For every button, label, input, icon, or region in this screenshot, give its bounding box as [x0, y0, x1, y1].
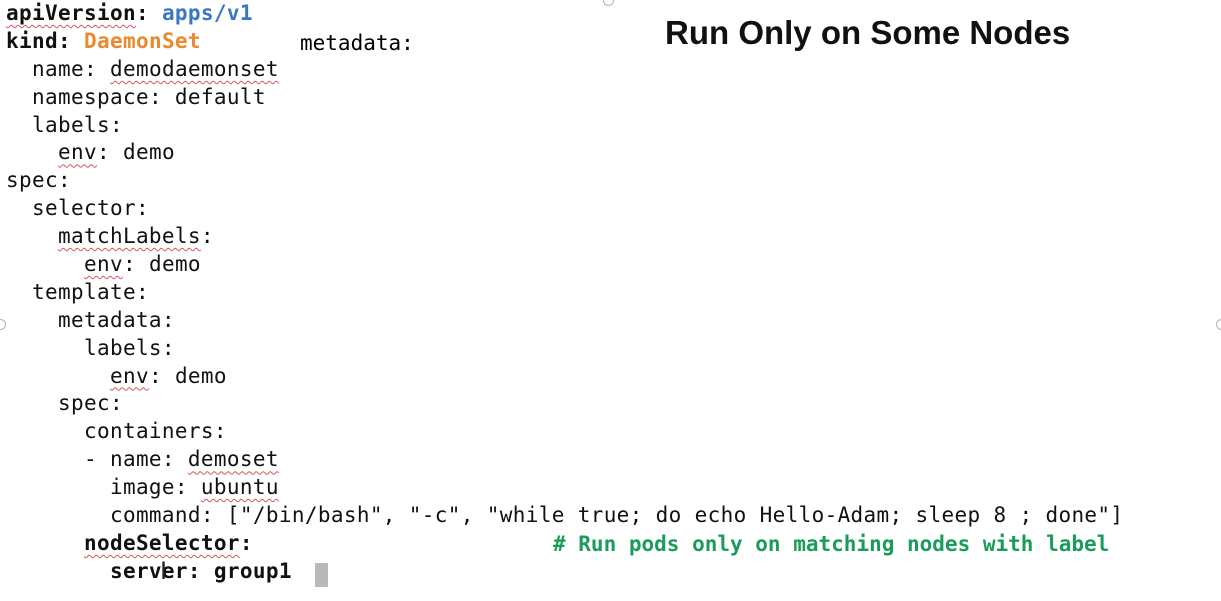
- labels-text: labels:: [32, 112, 123, 137]
- code-line-apiversion: apiVersion: apps/v1: [6, 1, 253, 25]
- spec-inner-text: spec:: [57, 391, 123, 416]
- yaml-comment: # Run pods only on matching nodes with l…: [553, 532, 1110, 556]
- right-resize-handle[interactable]: [1216, 319, 1221, 330]
- key-name: name: [32, 56, 84, 81]
- text-cursor-ibeam-icon: I: [160, 557, 168, 585]
- code-line-name: name: demodaemonset: [32, 56, 279, 81]
- value-env: demo: [122, 140, 175, 165]
- key-kind: kind: [6, 28, 58, 53]
- code-line-env-1: env: demo: [57, 140, 175, 165]
- code-line-image: image: ubuntu: [6, 474, 1123, 502]
- key-env: env: [57, 140, 97, 165]
- value-server: group1: [213, 558, 292, 583]
- spec-text: spec:: [6, 168, 71, 193]
- selector-text: selector:: [32, 196, 149, 221]
- key-server: server: [109, 558, 188, 583]
- code-line-namespace: namespace: default: [6, 84, 1123, 112]
- code-line-kind: kind: DaemonSet: [6, 28, 201, 53]
- code-line-server: server: group1: [109, 558, 292, 583]
- value-env: demo: [148, 252, 201, 277]
- key-env: env: [109, 363, 149, 388]
- text-caret: [315, 563, 328, 587]
- code-line-template: template:: [6, 279, 1123, 307]
- slide-canvas: Run Only on Some Nodes apiVersion: apps/…: [0, 0, 1221, 601]
- image-key: image:: [109, 475, 201, 500]
- template-text: template:: [32, 279, 149, 304]
- containers-text: containers:: [83, 419, 227, 444]
- yaml-text-box[interactable]: apiVersion: apps/v1 kind: DaemonSet name…: [6, 0, 1123, 586]
- key-env: env: [83, 252, 123, 277]
- metadata-text: metadata:: [57, 307, 175, 332]
- code-line-containers: containers:: [6, 418, 1123, 446]
- value-name: demodaemonset: [109, 56, 279, 81]
- code-line-command: command: ["/bin/bash", "-c", "while true…: [6, 502, 1123, 530]
- container-name-value: demoset: [187, 447, 279, 472]
- code-line-env-2: env: demo: [83, 252, 201, 277]
- code-line-matchlabels: matchLabels:: [57, 224, 214, 249]
- code-line-env-3: env: demo: [109, 363, 227, 388]
- code-line-labels: labels:: [6, 112, 1123, 140]
- container-name-prefix: - name:: [83, 447, 188, 472]
- value-kind: DaemonSet: [83, 28, 201, 53]
- code-line-labels-2: labels:: [6, 335, 1123, 363]
- code-line-metadata: metadata:: [6, 307, 1123, 335]
- value-apiversion: apps/v1: [161, 1, 253, 25]
- code-line-spec: spec:: [6, 167, 1123, 195]
- code-line-spec-inner: spec:: [6, 390, 1123, 418]
- key-nodeselector: nodeSelector: [83, 530, 240, 555]
- code-line-selector: selector:: [6, 195, 1123, 223]
- key-apiversion: apiVersion: [6, 1, 136, 25]
- command-text: command: ["/bin/bash", "-c", "while true…: [109, 503, 1124, 528]
- code-line-container-name: - name: demoset: [6, 446, 1123, 474]
- value-env: demo: [174, 363, 227, 388]
- inline-metadata-text: metadata:: [300, 31, 414, 55]
- namespace-text: namespace: default: [32, 84, 266, 109]
- key-matchlabels: matchLabels: [57, 224, 201, 249]
- image-value: ubuntu: [200, 475, 279, 500]
- labels-text: labels:: [83, 335, 175, 360]
